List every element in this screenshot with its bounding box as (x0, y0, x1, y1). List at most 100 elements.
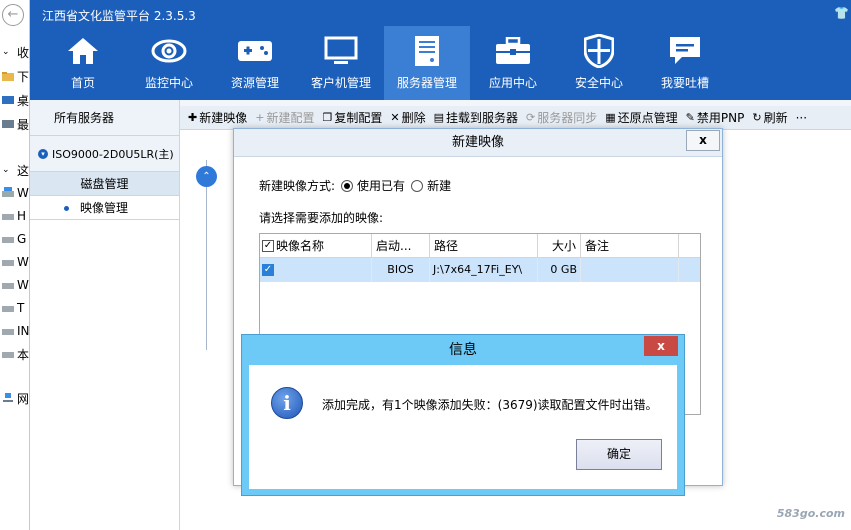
app-window: 江西省文化监管平台 2.3.5.3 👕 首页 监控中心 资源管理 客户机管理 服… (30, 0, 851, 530)
nav-resource-management[interactable]: 资源管理 (212, 26, 298, 100)
new-image-button[interactable]: ✚ 新建映像 (188, 109, 247, 126)
restore-point-button[interactable]: ▦ 还原点管理 (605, 109, 677, 126)
delete-button[interactable]: ✕ 删除 (390, 109, 425, 126)
explorer-item[interactable]: ⌄ 这台 (0, 160, 29, 180)
info-dialog-body: i 添加完成，有1个映像添加失败：(3679)读取配置文件时出错。 确定 (249, 365, 677, 489)
mount-to-server-button[interactable]: ▤ 挂载到服务器 (434, 109, 518, 126)
radio-use-existing-label[interactable]: 使用已有 (357, 177, 405, 194)
explorer-item[interactable]: W (0, 183, 29, 203)
server-sync-button[interactable]: ⟳ 服务器同步 (526, 109, 597, 126)
explorer-item[interactable]: 网络 (0, 388, 29, 408)
explorer-item[interactable]: 最 (0, 114, 29, 134)
restore-point-icon: ▦ (605, 111, 616, 124)
server-node[interactable]: ▾ ISO9000-2D0U5LR(主) (30, 136, 179, 172)
screen: ← ⌄ 收藏 下 桌 最 ⌄ 这台 W H G (0, 0, 851, 530)
cell-note (581, 258, 679, 282)
server-tree: 所有服务器 ▾ ISO9000-2D0U5LR(主) 磁盘管理 映像管理 (30, 100, 180, 530)
nav-monitor-center[interactable]: 监控中心 (126, 26, 212, 100)
app-header: 江西省文化监管平台 2.3.5.3 👕 首页 监控中心 资源管理 客户机管理 服… (30, 0, 851, 100)
download-folder-icon (2, 72, 14, 81)
drive-icon (2, 352, 14, 358)
select-all-checkbox[interactable]: ✓ (262, 239, 274, 252)
info-message: 添加完成，有1个映像添加失败：(3679)读取配置文件时出错。 (322, 398, 658, 412)
feedback-icon (665, 31, 705, 71)
ok-button[interactable]: 确定 (576, 439, 662, 470)
delete-icon: ✕ (390, 111, 400, 124)
column-size[interactable]: 大小 (538, 234, 581, 257)
explorer-item[interactable]: 本 (0, 344, 29, 364)
main-nav: 首页 监控中心 资源管理 客户机管理 服务器管理 应用中心 安全中心 我要吐槽 (40, 26, 728, 100)
explorer-item[interactable]: H (0, 206, 26, 226)
collapse-icon[interactable]: ▾ (38, 148, 48, 159)
drive-icon (2, 306, 14, 312)
mode-label: 新建映像方式: (259, 179, 336, 193)
nav-security-center[interactable]: 安全中心 (556, 26, 642, 100)
nav-server-management[interactable]: 服务器管理 (384, 26, 470, 100)
nav-home[interactable]: 首页 (40, 26, 126, 100)
nav-app-center[interactable]: 应用中心 (470, 26, 556, 100)
plus-icon: + (255, 111, 265, 124)
cell-size: 0 GB (538, 258, 581, 282)
explorer-item[interactable]: ⌄ 收藏 (0, 42, 29, 62)
all-servers-item[interactable]: 所有服务器 (30, 100, 179, 136)
drive-icon (2, 214, 14, 220)
recent-icon (2, 120, 14, 128)
network-icon (3, 393, 13, 402)
explorer-item[interactable]: 下 (0, 66, 29, 86)
column-boot[interactable]: 启动... (372, 234, 430, 257)
back-icon[interactable]: ← (2, 4, 24, 26)
info-dialog-title: 信息 (449, 342, 477, 358)
plus-icon: ✚ (188, 111, 198, 124)
dialog-title: 新建映像 (234, 129, 722, 157)
new-config-button[interactable]: + 新建配置 (255, 109, 314, 126)
drive-icon (2, 329, 14, 335)
info-dialog-close-button[interactable]: x (644, 336, 678, 356)
radio-new[interactable] (411, 179, 424, 192)
column-path[interactable]: 路径 (430, 234, 538, 257)
chevron-down-icon: ⌄ (2, 47, 10, 57)
pnp-icon: ✎ (685, 111, 695, 124)
info-icon: i (271, 387, 303, 419)
table-header: ✓ 映像名称 启动... 路径 大小 备注 (260, 234, 700, 258)
explorer-item[interactable]: T (0, 298, 24, 318)
table-row[interactable]: ✓ BIOS J:\7x64_17Fi_EY\ 0 GB (260, 258, 700, 282)
windows-drive-icon (2, 187, 14, 197)
column-note[interactable]: 备注 (581, 234, 679, 257)
monitor-icon (321, 31, 361, 71)
row-checkbox[interactable]: ✓ (262, 264, 274, 276)
nav-feedback[interactable]: 我要吐槽 (642, 26, 728, 100)
chevron-down-icon: ⌄ (2, 165, 10, 175)
file-explorer-pane: ← ⌄ 收藏 下 桌 最 ⌄ 这台 W H G (0, 0, 30, 530)
more-button[interactable]: ··· (796, 111, 807, 125)
cell-name: ✓ (260, 258, 372, 282)
dialog-close-button[interactable]: x (686, 130, 720, 151)
toolbox-icon (493, 31, 533, 71)
explorer-item[interactable]: W (0, 252, 29, 272)
mode-row: 新建映像方式: 使用已有 新建 (259, 177, 451, 194)
copy-icon: ❐ (322, 111, 333, 124)
explorer-item[interactable]: G (0, 229, 26, 249)
app-title: 江西省文化监管平台 2.3.5.3 (42, 9, 196, 23)
column-image-name[interactable]: ✓ 映像名称 (260, 234, 372, 257)
chevron-up-icon[interactable]: ⌃ (196, 166, 217, 187)
info-dialog: 信息 x i 添加完成，有1个映像添加失败：(3679)读取配置文件时出错。 确… (241, 334, 685, 496)
cell-path: J:\7x64_17Fi_EY\ (430, 258, 538, 282)
image-management-item[interactable]: 映像管理 (30, 196, 179, 220)
watermark: 583go.com (776, 507, 845, 520)
radio-new-label[interactable]: 新建 (427, 177, 451, 194)
radio-use-existing[interactable] (341, 179, 354, 192)
explorer-item[interactable]: 桌 (0, 90, 29, 110)
nav-client-management[interactable]: 客户机管理 (298, 26, 384, 100)
explorer-item[interactable]: IN (0, 321, 29, 341)
copy-config-button[interactable]: ❐ 复制配置 (322, 109, 382, 126)
drive-icon (2, 260, 14, 266)
refresh-button[interactable]: ↻ 刷新 (752, 109, 787, 126)
skin-icon[interactable]: 👕 (834, 6, 849, 20)
refresh-icon: ↻ (752, 111, 762, 124)
disable-pnp-button[interactable]: ✎ 禁用PNP (686, 109, 745, 126)
disk-management-group[interactable]: 磁盘管理 (30, 172, 179, 196)
home-icon (63, 31, 103, 71)
gamepad-icon (235, 31, 275, 71)
explorer-item[interactable]: W (0, 275, 29, 295)
toolbar: ✚ 新建映像 + 新建配置 ❐ 复制配置 ✕ 删除 ▤ 挂载到服务器 ⟳ 服务器同步 ▦ 还原… (180, 106, 851, 130)
